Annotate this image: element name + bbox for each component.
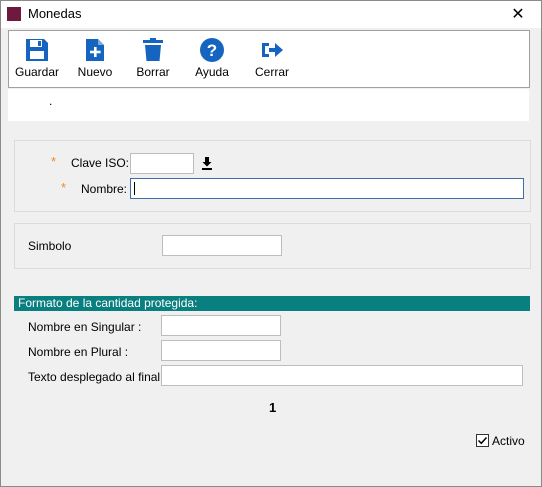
- window-title: Monedas: [28, 6, 82, 21]
- required-mark-nombre: *: [61, 180, 67, 195]
- cerrar-label: Cerrar: [254, 65, 289, 79]
- toolbar: Guardar Nuevo Borrar ? Ayuda Cerrar: [8, 30, 530, 88]
- checkmark-icon: [477, 436, 488, 445]
- nuevo-label: Nuevo: [77, 65, 113, 79]
- identification-panel: * Clave ISO: * Nombre:: [14, 140, 531, 212]
- nombre-label: Nombre:: [81, 182, 128, 196]
- exit-icon: [262, 43, 283, 57]
- status-subbar: .: [8, 89, 529, 121]
- ayuda-label: Ayuda: [195, 65, 229, 79]
- title-bar: Monedas ✕: [1, 1, 541, 28]
- simbolo-panel: Simbolo: [14, 223, 531, 269]
- texto-final-label: Texto desplegado al final :: [28, 370, 167, 384]
- download-icon: [202, 157, 212, 170]
- singular-input[interactable]: [161, 315, 281, 336]
- floppy-icon: [26, 39, 48, 61]
- borrar-label: Borrar: [136, 65, 170, 79]
- page-number: 1: [269, 400, 277, 415]
- activo-label: Activo: [492, 434, 525, 448]
- new-document-icon: [86, 39, 104, 61]
- required-mark-clave: *: [51, 154, 57, 169]
- help-icon: ?: [200, 38, 224, 62]
- plural-label: Nombre en Plural :: [28, 345, 129, 359]
- ayuda-button[interactable]: ? Ayuda: [184, 37, 240, 79]
- nombre-input[interactable]: [130, 178, 524, 199]
- plural-input[interactable]: [161, 340, 281, 361]
- borrar-button[interactable]: Borrar: [125, 37, 181, 79]
- app-icon: [7, 7, 21, 21]
- singular-label: Nombre en Singular :: [28, 320, 142, 334]
- nuevo-button[interactable]: Nuevo: [67, 37, 123, 79]
- clave-iso-label: Clave ISO:: [71, 156, 130, 170]
- svg-text:?: ?: [207, 41, 217, 60]
- text-caret: [134, 182, 135, 195]
- simbolo-input[interactable]: [162, 235, 282, 256]
- guardar-button[interactable]: Guardar: [9, 37, 65, 79]
- subbar-text: .: [49, 94, 53, 108]
- trash-icon: [143, 38, 163, 61]
- formato-section-header: Formato de la cantidad protegida:: [14, 296, 530, 311]
- guardar-label: Guardar: [14, 65, 60, 79]
- download-button[interactable]: [197, 153, 217, 173]
- cerrar-button[interactable]: Cerrar: [244, 37, 300, 79]
- simbolo-label: Simbolo: [28, 239, 72, 253]
- clave-iso-input[interactable]: [130, 153, 194, 174]
- close-button[interactable]: ✕: [495, 1, 541, 28]
- texto-final-input[interactable]: [161, 365, 523, 386]
- window: Monedas ✕ Guardar Nuevo Borrar ? Ayuda C…: [0, 0, 542, 487]
- activo-checkbox[interactable]: [476, 434, 489, 447]
